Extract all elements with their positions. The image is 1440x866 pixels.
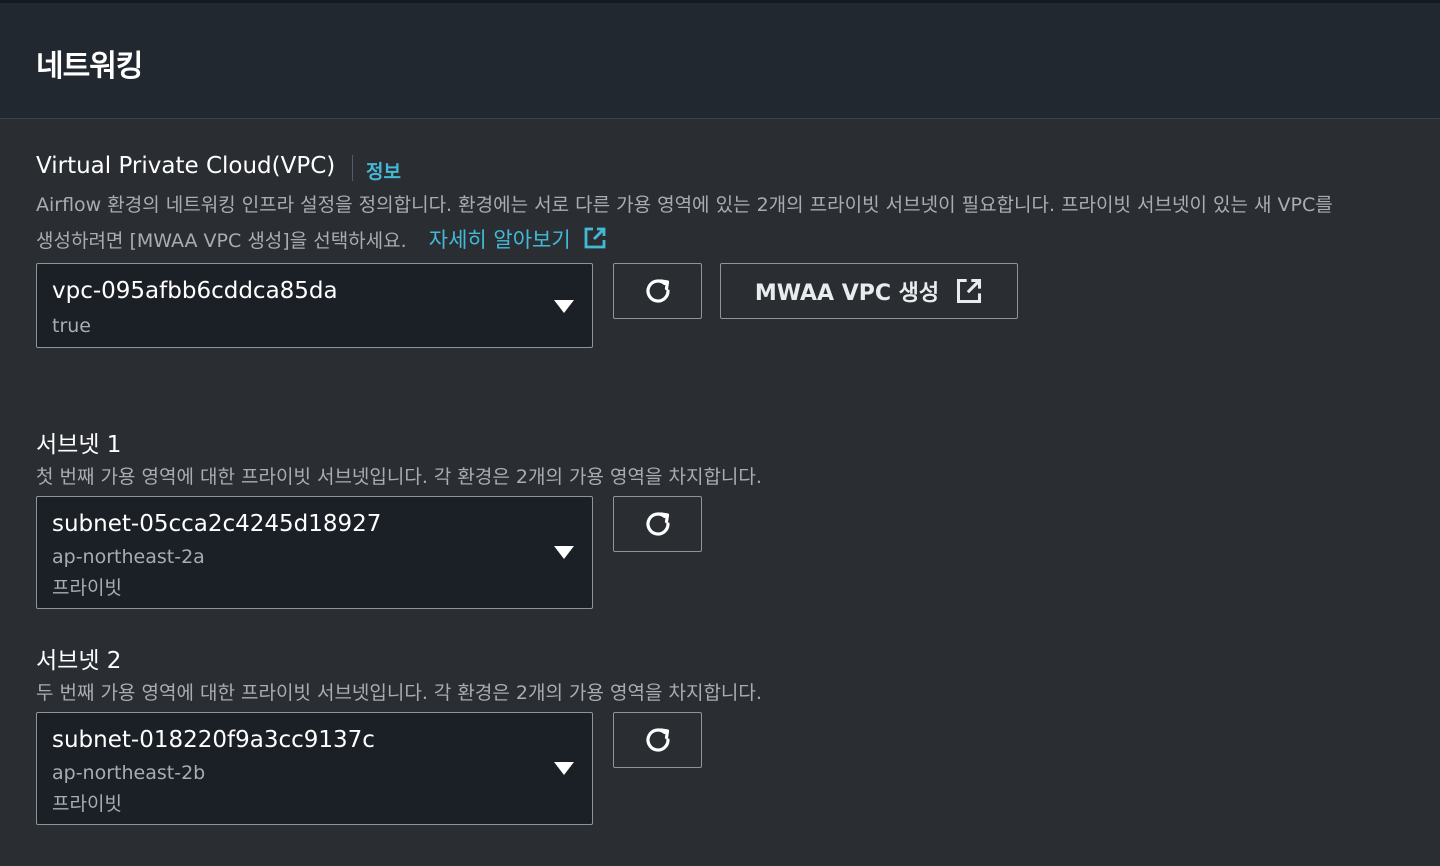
refresh-icon: [642, 508, 674, 540]
subnet2-refresh-button[interactable]: [613, 712, 702, 768]
subnet1-az: ap-northeast-2a: [52, 546, 205, 568]
subnet1-selected-value: subnet-05cca2c4245d18927: [52, 511, 382, 537]
subnet2-select[interactable]: subnet-018220f9a3cc9137c ap-northeast-2b…: [36, 712, 593, 825]
vpc-refresh-button[interactable]: [613, 263, 702, 319]
section-title: 네트워킹: [36, 49, 143, 84]
caret-down-icon: [554, 300, 574, 313]
caret-down-icon: [554, 762, 574, 775]
vpc-info-link[interactable]: 정보: [366, 157, 401, 184]
vpc-description-text: 생성하려면 [MWAA VPC 생성]을 선택하세요.: [36, 230, 407, 252]
subnet1-refresh-button[interactable]: [613, 496, 702, 552]
vpc-description-line2: 생성하려면 [MWAA VPC 생성]을 선택하세요. 자세히 알아보기: [36, 224, 607, 254]
info-divider: [352, 155, 353, 181]
create-mwaa-vpc-button[interactable]: MWAA VPC 생성: [720, 263, 1018, 319]
learn-more-link[interactable]: 자세히 알아보기: [428, 226, 608, 252]
subnet2-label: 서브넷 2: [36, 648, 122, 674]
section-header: 네트워킹: [0, 3, 1440, 119]
vpc-description-line1: Airflow 환경의 네트워킹 인프라 설정을 정의합니다. 환경에는 서로 …: [36, 194, 1333, 216]
caret-down-icon: [554, 546, 574, 559]
vpc-select[interactable]: vpc-095afbb6cddca85da true: [36, 263, 593, 348]
create-mwaa-vpc-label: MWAA VPC 생성: [754, 281, 940, 306]
subnet2-description: 두 번째 가용 영역에 대한 프라이빗 서브넷입니다. 각 환경은 2개의 가용…: [36, 682, 762, 704]
subnet2-type: 프라이빗: [52, 793, 122, 815]
refresh-icon: [642, 275, 674, 307]
subnet1-type: 프라이빗: [52, 577, 122, 599]
learn-more-label: 자세히 알아보기: [428, 228, 571, 252]
subnet1-description: 첫 번째 가용 영역에 대한 프라이빗 서브넷입니다. 각 환경은 2개의 가용…: [36, 466, 762, 488]
section-body: Virtual Private Cloud(VPC) 정보 Airflow 환경…: [0, 119, 1440, 866]
subnet1-select[interactable]: subnet-05cca2c4245d18927 ap-northeast-2a…: [36, 496, 593, 609]
vpc-label: Virtual Private Cloud(VPC): [36, 153, 336, 179]
subnet1-label: 서브넷 1: [36, 432, 122, 458]
external-link-icon: [955, 277, 983, 305]
vpc-selected-value: vpc-095afbb6cddca85da: [52, 278, 338, 304]
subnet2-az: ap-northeast-2b: [52, 762, 206, 784]
vpc-selected-sub: true: [52, 315, 91, 337]
refresh-icon: [642, 724, 674, 756]
subnet2-selected-value: subnet-018220f9a3cc9137c: [52, 727, 375, 753]
external-link-icon: [583, 226, 607, 250]
